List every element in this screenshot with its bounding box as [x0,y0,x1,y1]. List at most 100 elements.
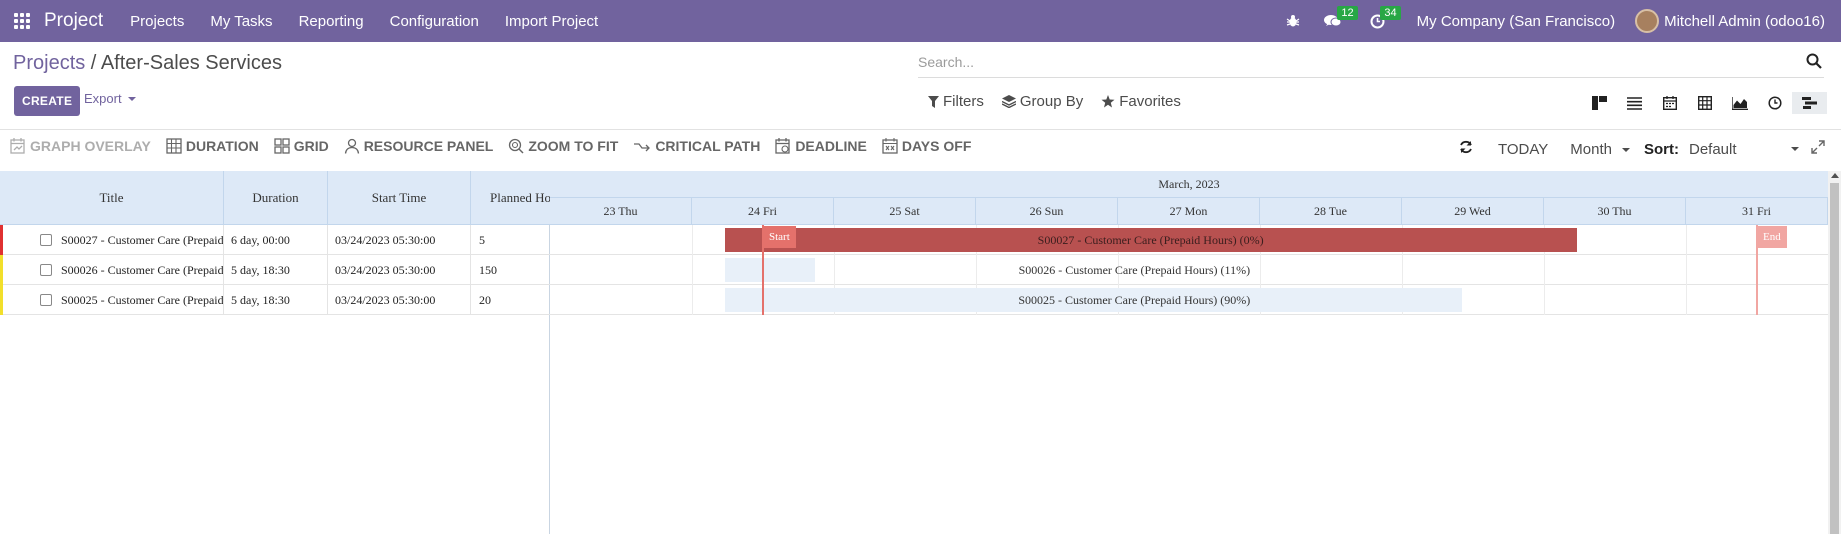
list-view-icon[interactable] [1617,92,1652,114]
breadcrumb-separator: / [85,52,101,74]
create-button[interactable]: CREATE [14,86,81,116]
graph-overlay-button[interactable]: GRAPH OVERLAY [10,138,151,154]
row-checkbox[interactable] [40,294,52,306]
main-menu: Projects My Tasks Reporting Configuratio… [117,13,611,30]
top-navbar: Project Projects My Tasks Reporting Conf… [0,0,1841,42]
debug-bug-icon[interactable] [1276,0,1310,42]
row-color-mark [0,225,3,255]
menu-item-reporting[interactable]: Reporting [286,13,377,30]
caret-down-icon [1622,147,1630,152]
scale-dropdown[interactable]: Month [1570,141,1630,158]
grid-button[interactable]: GRID [274,138,329,154]
days-off-button[interactable]: DAYS OFF [882,138,972,154]
column-header-title[interactable]: Title [0,171,224,225]
today-button[interactable]: TODAY [1498,141,1548,158]
table-row[interactable]: S00027 - Customer Care (Prepaid 6 day, 0… [0,225,550,255]
favorites-dropdown[interactable]: Favorites [1101,93,1181,110]
zoom-to-fit-button[interactable]: ZOOM TO FIT [508,138,618,154]
person-icon [344,138,359,154]
table-row[interactable]: S00025 - Customer Care (Prepaid 5 day, 1… [0,285,550,315]
export-label: Export [84,91,122,106]
zoom-icon [509,138,524,154]
gantt-chart: March, 2023 23 Thu 24 Fri 25 Sat 26 Sun 27 M… [550,171,1828,534]
breadcrumb: Projects / After-Sales Services [13,52,282,75]
gantt-container: Title Duration Start Time Planned Hou S0… [0,171,1841,534]
activities-clock-icon[interactable]: 34 [1360,0,1401,42]
task-bar-label: S00026 - Customer Care (Prepaid Hours) (… [1018,263,1251,277]
star-icon [1101,95,1115,108]
user-menu[interactable]: Mitchell Admin (odoo16) [1664,13,1825,30]
filter-icon [928,95,939,108]
activity-view-icon[interactable] [1757,92,1792,114]
search-panel-options: Filters Group By Favorites [928,93,1181,110]
table-row[interactable]: S00026 - Customer Care (Prepaid 5 day, 1… [0,255,550,285]
cell-title: S00027 - Customer Care (Prepaid [61,225,224,255]
resource-panel-button[interactable]: RESOURCE PANEL [344,138,494,154]
group-by-dropdown[interactable]: Group By [1001,93,1084,110]
user-avatar[interactable] [1635,9,1660,33]
messages-icon[interactable]: 12 [1314,0,1358,42]
deadline-button[interactable]: DEADLINE [775,138,867,154]
column-header-planned-hours[interactable]: Planned Hou [471,171,550,225]
task-table: Title Duration Start Time Planned Hou S0… [0,171,550,534]
apps-menu-icon[interactable] [0,0,44,42]
table-icon [166,138,182,154]
calendar-graph-icon [10,138,25,154]
cell-duration: 5 day, 18:30 [224,285,328,315]
search-icon[interactable] [1806,53,1822,72]
day-gridline [692,225,693,315]
gantt-toolbar-right: TODAY Month Sort: Default [1459,138,1841,160]
critical-path-label: CRITICAL PATH [655,138,761,154]
caret-down-icon [127,96,136,101]
gantt-view-icon[interactable] [1792,92,1827,114]
breadcrumb-projects-link[interactable]: Projects [13,52,85,74]
company-switcher[interactable]: My Company (San Francisco) [1417,13,1615,30]
activities-count-badge: 34 [1380,6,1401,20]
scroll-up-icon[interactable] [1831,173,1839,178]
grid-label: GRID [293,138,329,154]
duration-button[interactable]: DURATION [166,138,259,154]
calendar-clock-icon [775,138,790,154]
group-by-label: Group By [1019,93,1084,110]
sort-dropdown[interactable]: Default [1689,141,1799,158]
kanban-view-icon[interactable] [1582,92,1617,114]
menu-item-import-project[interactable]: Import Project [492,13,611,30]
column-header-duration[interactable]: Duration [224,171,328,225]
cell-start-time: 03/24/2023 05:30:00 [328,285,471,315]
menu-item-projects[interactable]: Projects [117,13,197,30]
month-header: March, 2023 [550,171,1828,198]
favorites-label: Favorites [1119,93,1181,110]
deadline-label: DEADLINE [795,138,867,154]
row-checkbox[interactable] [40,234,52,246]
export-dropdown[interactable]: Export [84,91,136,106]
resource-panel-label: RESOURCE PANEL [363,138,494,154]
cell-planned-hours: 5 [479,233,485,247]
start-marker-tag: Start [763,226,796,248]
day-column-header: 24 Fri [692,198,834,225]
graph-view-icon[interactable] [1722,92,1757,114]
grid-icon [274,138,290,154]
app-brand[interactable]: Project [44,10,103,32]
filters-dropdown[interactable]: Filters [928,93,984,110]
day-column-header: 26 Sun [976,198,1118,225]
view-switcher [1582,92,1827,114]
critical-path-button[interactable]: CRITICAL PATH [633,138,760,154]
row-checkbox[interactable] [40,264,52,276]
menu-item-my-tasks[interactable]: My Tasks [197,13,285,30]
calendar-x-icon [882,138,898,154]
task-bar-label: S00027 - Customer Care (Prepaid Hours) (… [1037,233,1264,247]
refresh-icon[interactable] [1459,140,1473,158]
pivot-view-icon[interactable] [1687,92,1722,114]
expand-icon[interactable] [1811,140,1825,158]
calendar-view-icon[interactable] [1652,92,1687,114]
task-table-header: Title Duration Start Time Planned Hou [0,171,550,225]
menu-item-configuration[interactable]: Configuration [377,13,492,30]
search-input[interactable] [918,48,1778,76]
vertical-scrollbar[interactable] [1828,171,1841,534]
days-off-label: DAYS OFF [901,138,972,154]
column-header-start-time[interactable]: Start Time [328,171,471,225]
breadcrumb-current: After-Sales Services [100,52,282,74]
messages-count-badge: 12 [1337,6,1358,20]
scrollbar-thumb[interactable] [1830,183,1839,534]
cell-start-time: 03/24/2023 05:30:00 [328,255,471,285]
